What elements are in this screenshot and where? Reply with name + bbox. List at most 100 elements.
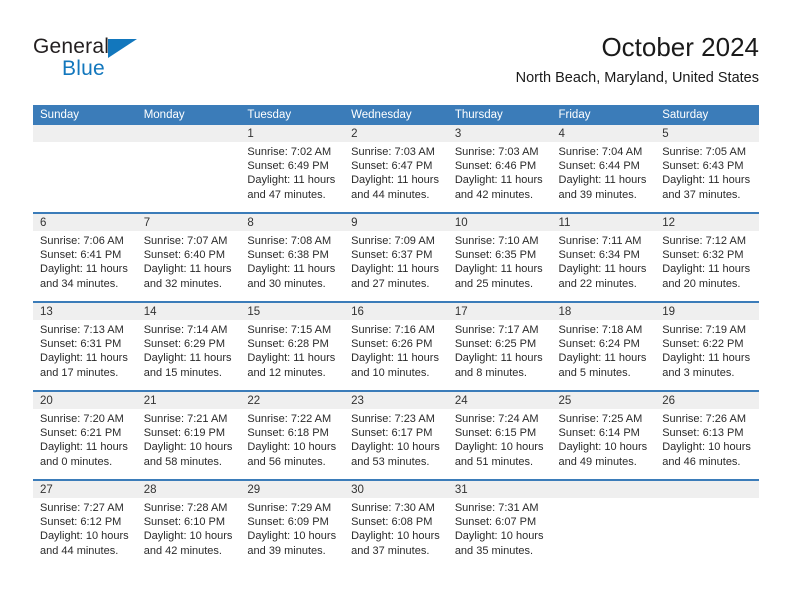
day-number: 8	[240, 212, 345, 231]
day-cell[interactable]: Sunrise: 7:25 AM Sunset: 6:14 PM Dayligh…	[551, 409, 656, 480]
day-cell[interactable]	[655, 498, 759, 569]
day-cell[interactable]: Sunrise: 7:05 AM Sunset: 6:43 PM Dayligh…	[655, 142, 759, 213]
day-cell[interactable]: Sunrise: 7:19 AM Sunset: 6:22 PM Dayligh…	[655, 320, 759, 391]
day-cell[interactable]: Sunrise: 7:30 AM Sunset: 6:08 PM Dayligh…	[344, 498, 448, 569]
day-cell[interactable]: Sunrise: 7:23 AM Sunset: 6:17 PM Dayligh…	[344, 409, 448, 480]
day-cell[interactable]: Sunrise: 7:28 AM Sunset: 6:10 PM Dayligh…	[136, 498, 241, 569]
daylight-text-line2: and 32 minutes.	[143, 277, 222, 290]
generalblue-logo[interactable]: General Blue	[33, 35, 153, 83]
day-cell[interactable]: Sunrise: 7:07 AM Sunset: 6:40 PM Dayligh…	[136, 231, 241, 302]
day-number: 2	[344, 125, 448, 142]
daylight-text-line1: Daylight: 10 hours	[351, 441, 440, 454]
day-cell[interactable]: Sunrise: 7:27 AM Sunset: 6:12 PM Dayligh…	[33, 498, 137, 569]
day-number: 20	[33, 390, 137, 409]
day-cell[interactable]: Sunrise: 7:11 AM Sunset: 6:34 PM Dayligh…	[551, 231, 656, 302]
sunset-text: Sunset: 6:49 PM	[247, 160, 329, 173]
day-cell[interactable]: Sunrise: 7:02 AM Sunset: 6:49 PM Dayligh…	[240, 142, 345, 213]
day-number: 21	[136, 390, 241, 409]
daylight-text-line2: and 20 minutes.	[662, 277, 741, 290]
daylight-text-line2: and 53 minutes.	[351, 455, 430, 468]
sunset-text: Sunset: 6:13 PM	[662, 427, 744, 440]
day-number	[655, 479, 759, 498]
daylight-text-line1: Daylight: 10 hours	[247, 530, 337, 543]
day-cell[interactable]: Sunrise: 7:22 AM Sunset: 6:18 PM Dayligh…	[240, 409, 345, 480]
daylight-text-line1: Daylight: 11 hours	[247, 174, 336, 187]
day-cell[interactable]: Sunrise: 7:08 AM Sunset: 6:38 PM Dayligh…	[240, 231, 345, 302]
sunset-text: Sunset: 6:44 PM	[558, 160, 640, 173]
day-number: 29	[240, 479, 345, 498]
day-number: 19	[655, 301, 759, 320]
daylight-text-line2: and 39 minutes.	[247, 544, 326, 557]
day-cell[interactable]: Sunrise: 7:15 AM Sunset: 6:28 PM Dayligh…	[240, 320, 345, 391]
sunset-text: Sunset: 6:14 PM	[558, 427, 640, 440]
day-cell[interactable]: Sunrise: 7:06 AM Sunset: 6:41 PM Dayligh…	[33, 231, 137, 302]
weekday-header-saturday: Saturday	[655, 105, 759, 125]
day-cell[interactable]	[551, 498, 656, 569]
day-cell[interactable]: Sunrise: 7:20 AM Sunset: 6:21 PM Dayligh…	[33, 409, 137, 480]
day-cell[interactable]: Sunrise: 7:31 AM Sunset: 6:07 PM Dayligh…	[447, 498, 552, 569]
day-cell[interactable]: Sunrise: 7:29 AM Sunset: 6:09 PM Dayligh…	[240, 498, 345, 569]
day-number: 23	[344, 390, 448, 409]
calendar-page: General Blue October 2024 North Beach, M…	[0, 0, 792, 612]
daylight-text-line1: Daylight: 11 hours	[454, 263, 543, 276]
daylight-text-line1: Daylight: 10 hours	[143, 530, 233, 543]
daylight-text-line2: and 37 minutes.	[662, 188, 741, 201]
page-title: October 2024	[601, 32, 759, 62]
day-cell[interactable]: Sunrise: 7:04 AM Sunset: 6:44 PM Dayligh…	[551, 142, 656, 213]
day-cell[interactable]: Sunrise: 7:16 AM Sunset: 6:26 PM Dayligh…	[344, 320, 448, 391]
week-3-daynum-row: 13 14 15 16 17 18 19	[33, 301, 759, 320]
sunset-text: Sunset: 6:17 PM	[351, 427, 433, 440]
sunrise-text: Sunrise: 7:03 AM	[351, 146, 435, 158]
daylight-text-line2: and 56 minutes.	[247, 455, 326, 468]
sunset-text: Sunset: 6:47 PM	[351, 160, 433, 173]
daylight-text-line1: Daylight: 11 hours	[454, 174, 543, 187]
day-cell[interactable]: Sunrise: 7:09 AM Sunset: 6:37 PM Dayligh…	[344, 231, 448, 302]
day-cell[interactable]: Sunrise: 7:10 AM Sunset: 6:35 PM Dayligh…	[447, 231, 552, 302]
day-number: 5	[655, 125, 759, 142]
daylight-text-line2: and 42 minutes.	[454, 188, 534, 201]
day-cell[interactable]: Sunrise: 7:17 AM Sunset: 6:25 PM Dayligh…	[447, 320, 552, 391]
day-cell[interactable]: Sunrise: 7:18 AM Sunset: 6:24 PM Dayligh…	[551, 320, 656, 391]
day-cell[interactable]: Sunrise: 7:12 AM Sunset: 6:32 PM Dayligh…	[655, 231, 759, 302]
sunrise-sunset-calendar-table: Sunday Monday Tuesday Wednesday Thursday…	[33, 105, 759, 569]
sunset-text: Sunset: 6:31 PM	[40, 338, 122, 351]
sunset-text: Sunset: 6:08 PM	[351, 516, 433, 529]
daylight-text-line1: Daylight: 11 hours	[662, 174, 751, 187]
sunrise-text: Sunrise: 7:27 AM	[40, 502, 124, 514]
daylight-text-line1: Daylight: 10 hours	[662, 441, 751, 454]
day-number	[33, 125, 137, 142]
daylight-text-line2: and 51 minutes.	[454, 455, 534, 468]
week-1-daynum-row: 1 2 3 4 5	[33, 125, 759, 142]
calendar-head: Sunday Monday Tuesday Wednesday Thursday…	[33, 105, 759, 125]
daylight-text-line2: and 34 minutes.	[40, 277, 119, 290]
day-number: 15	[240, 301, 345, 320]
daylight-text-line1: Daylight: 11 hours	[40, 441, 128, 454]
day-cell[interactable]: Sunrise: 7:03 AM Sunset: 6:47 PM Dayligh…	[344, 142, 448, 213]
sunset-text: Sunset: 6:10 PM	[143, 516, 226, 529]
daylight-text-line1: Daylight: 11 hours	[454, 352, 543, 365]
day-number: 31	[447, 479, 552, 498]
sunrise-text: Sunrise: 7:12 AM	[662, 235, 746, 247]
sunrise-text: Sunrise: 7:13 AM	[40, 324, 124, 336]
sunrise-text: Sunrise: 7:29 AM	[247, 502, 332, 514]
week-4-daynum-row: 20 21 22 23 24 25 26	[33, 390, 759, 409]
sunrise-text: Sunrise: 7:07 AM	[143, 235, 228, 247]
day-cell[interactable]	[33, 142, 137, 213]
day-cell[interactable]: Sunrise: 7:21 AM Sunset: 6:19 PM Dayligh…	[136, 409, 241, 480]
page-subtitle: North Beach, Maryland, United States	[515, 70, 759, 86]
sunset-text: Sunset: 6:25 PM	[454, 338, 537, 351]
day-cell[interactable]: Sunrise: 7:03 AM Sunset: 6:46 PM Dayligh…	[447, 142, 552, 213]
day-number: 3	[447, 125, 552, 142]
day-cell[interactable]: Sunrise: 7:13 AM Sunset: 6:31 PM Dayligh…	[33, 320, 137, 391]
daylight-text-line1: Daylight: 11 hours	[558, 263, 647, 276]
day-cell[interactable]: Sunrise: 7:24 AM Sunset: 6:15 PM Dayligh…	[447, 409, 552, 480]
day-cell[interactable]	[136, 142, 241, 213]
day-cell[interactable]: Sunrise: 7:14 AM Sunset: 6:29 PM Dayligh…	[136, 320, 241, 391]
sunset-text: Sunset: 6:43 PM	[662, 160, 744, 173]
sunset-text: Sunset: 6:29 PM	[143, 338, 226, 351]
week-2-info-row: Sunrise: 7:06 AM Sunset: 6:41 PM Dayligh…	[33, 231, 759, 302]
day-cell[interactable]: Sunrise: 7:26 AM Sunset: 6:13 PM Dayligh…	[655, 409, 759, 480]
day-number: 30	[344, 479, 448, 498]
sunset-text: Sunset: 6:41 PM	[40, 249, 122, 262]
sunrise-text: Sunrise: 7:24 AM	[454, 413, 539, 425]
